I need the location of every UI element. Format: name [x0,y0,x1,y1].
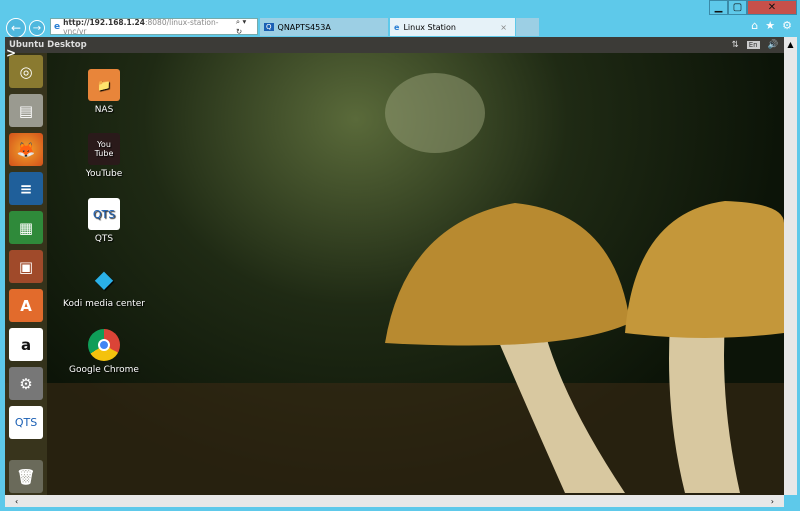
qnap-icon: Q [264,23,274,31]
maximize-button[interactable]: ▢ [728,0,747,15]
keyboard-layout[interactable]: En [746,41,760,49]
horizontal-scrollbar[interactable]: ‹ › [5,495,784,507]
url-host: http://192.168.1.24 [63,17,145,27]
home-icon[interactable]: ⌂ [751,19,758,32]
kodi-icon: ◆ [94,265,114,293]
ie-icon: e [54,21,61,32]
icon-label: YouTube [85,169,123,179]
chrome-icon [88,329,120,361]
writer-icon[interactable]: ≡ [9,172,43,205]
search-refresh-icons[interactable]: ⌕ ▾ ↻ [236,17,257,36]
qts-icon: QTS [88,198,120,230]
tab-label: Linux Station [403,22,456,32]
tab-qnap[interactable]: Q QNAPTS453A [260,18,388,36]
minimize-button[interactable]: ▁ [709,0,728,15]
ubuntu-title: Ubuntu Desktop [9,40,87,50]
qts-launcher-icon[interactable]: QTS [9,406,43,439]
scroll-left-icon[interactable]: ‹ [15,497,18,506]
icon-label: Google Chrome [69,365,139,375]
tab-close-button[interactable]: × [500,23,515,32]
ubuntu-top-bar: Ubuntu Desktop ⇅ En 🔊 11 [5,37,797,53]
ie-icon: e [394,22,400,32]
scroll-right-icon[interactable]: › [771,497,774,506]
desktop: ◎ ▤ 🦊 ≡ ▦ ▣ A a ⚙ QTS 🗑 📁 NAS You Tube You… [5,53,784,495]
tab-label: QNAPTS453A [277,22,331,32]
desktop-icon-youtube[interactable]: You Tube YouTube [59,133,149,179]
icon-label: NAS [94,105,114,115]
new-tab-button[interactable] [516,18,539,36]
desktop-icon-nas[interactable]: 📁 NAS [59,69,149,115]
desktop-icon-kodi[interactable]: ◆ Kodi media center [59,263,149,309]
icon-label: QTS [94,234,114,244]
youtube-icon: You Tube [88,133,120,165]
impress-icon[interactable]: ▣ [9,250,43,283]
vertical-scrollbar[interactable]: ▲ [784,37,797,495]
desktop-icon-chrome[interactable]: Google Chrome [59,329,149,375]
network-icon[interactable]: ⇅ [732,40,739,50]
unity-launcher: ◎ ▤ 🦊 ≡ ▦ ▣ A a ⚙ QTS 🗑 [5,53,47,495]
gear-icon[interactable]: ⚙ [782,19,792,32]
scroll-up-icon[interactable]: ▲ [787,40,793,495]
close-button[interactable]: ✕ [747,0,797,15]
back-button[interactable]: ← [6,18,26,38]
files-icon[interactable]: ▤ [9,94,43,127]
tab-linux-station[interactable]: e Linux Station × [390,18,515,36]
favorites-icon[interactable]: ★ [765,19,775,32]
volume-icon[interactable]: 🔊 [768,40,779,50]
forward-button[interactable]: → [29,20,45,36]
amazon-icon[interactable]: a [9,328,43,361]
folder-icon: 📁 [88,69,120,101]
trash-icon[interactable]: 🗑 [9,460,43,493]
calc-icon[interactable]: ▦ [9,211,43,244]
qts-label: QTS [14,416,38,429]
window-controls: ▁ ▢ ✕ [709,0,797,15]
software-center-icon[interactable]: A [9,289,43,322]
system-settings-icon[interactable]: ⚙ [9,367,43,400]
desktop-icon-qts[interactable]: QTS QTS [59,198,149,244]
address-bar[interactable]: e http://192.168.1.24:8080/linux-station… [50,17,258,36]
icon-label: Kodi media center [63,299,145,309]
vnc-panel-toggle[interactable]: > [6,46,20,62]
firefox-icon[interactable]: 🦊 [9,133,43,166]
amazon-label: a [20,335,32,354]
